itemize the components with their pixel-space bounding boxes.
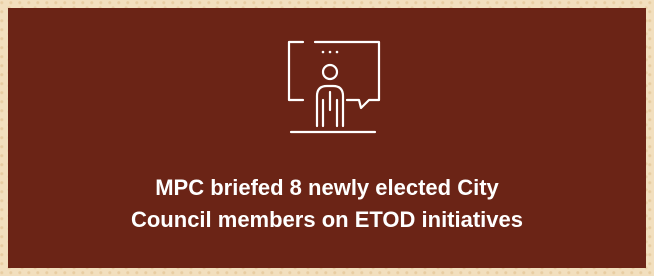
caption-line-1: MPC briefed 8 newly elected City (155, 175, 499, 200)
presenter-board-icon (283, 36, 383, 146)
stat-card: MPC briefed 8 newly elected City Council… (8, 8, 646, 268)
caption-line-2: Council members on ETOD initiatives (130, 207, 523, 232)
card-caption: MPC briefed 8 newly elected City Council… (8, 172, 646, 236)
background-frame: MPC briefed 8 newly elected City Council… (0, 0, 654, 276)
